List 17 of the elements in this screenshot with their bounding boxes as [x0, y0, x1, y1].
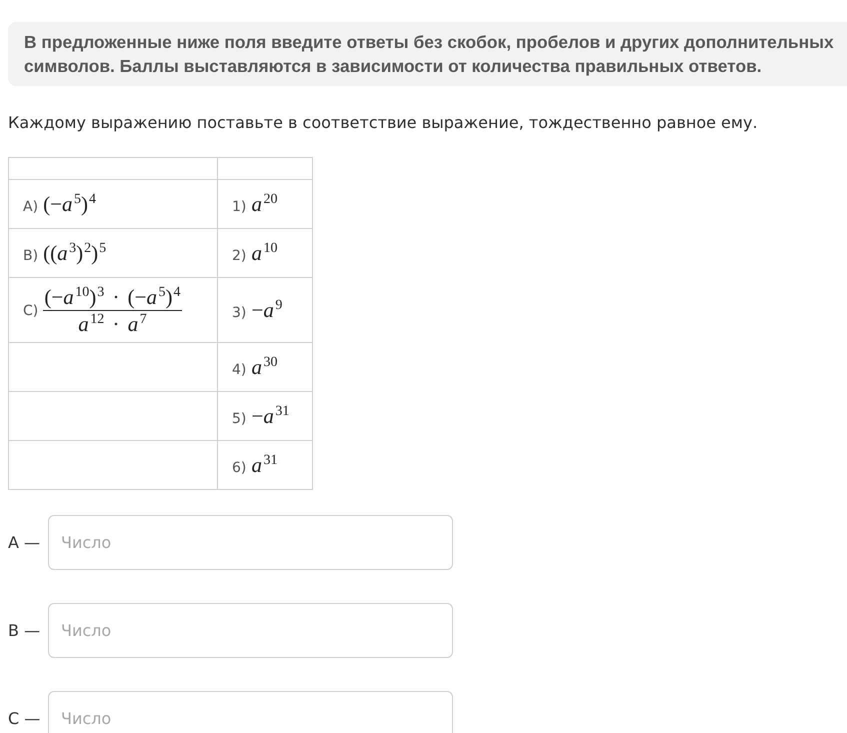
table-cell: A) (−a$^{5}$)$^{4}$ [8, 180, 218, 228]
table-cell: 3) −a$^{9}$ [218, 278, 312, 342]
table-cell: 2) a$^{10}$ [218, 228, 312, 278]
answer-field[interactable]: Число [48, 515, 453, 570]
answer-label: C — [8, 709, 42, 728]
table-cell: 5) −a$^{31}$ [218, 392, 312, 440]
table-cell: 1) a$^{20}$ [218, 180, 312, 228]
task-prompt: Каждому выражению поставьте в соответствие выражение, тождественно равное ему. [8, 112, 759, 134]
answer-label: B — [8, 621, 42, 640]
answer-field[interactable]: Число [48, 603, 453, 658]
answer-label: A — [8, 533, 42, 552]
answer-field[interactable]: Число [48, 691, 453, 733]
table-cell: 6) a$^{31}$ [218, 440, 312, 490]
table-cell: C) (−a$^{10}$)$^{3}$ · (−a$^{5}$)$^{4}$ a$^{12}$ · a$^{7}$ [8, 278, 218, 342]
notice-text: В предложенные ниже поля введите ответы без скобок, пробелов и других дополнительных символов. Баллы выставляются в зависимости от количества правильных ответов. [24, 31, 835, 78]
table-cell: B) ((a$^{3}$)$^{2}$)$^{5}$ [8, 228, 218, 278]
table-cell: 4) a$^{30}$ [218, 342, 312, 392]
